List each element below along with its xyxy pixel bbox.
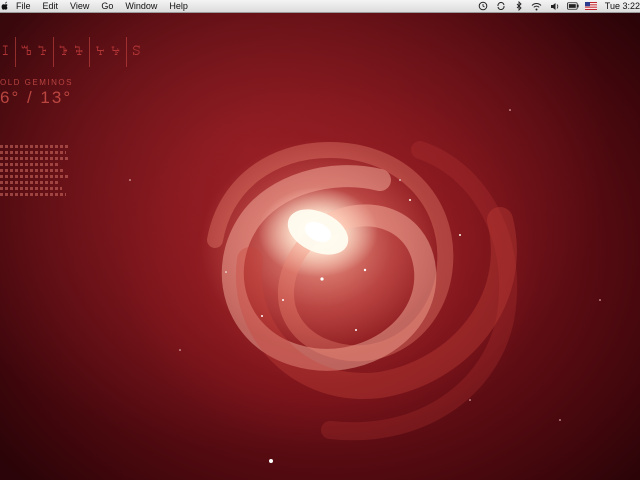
menu-help[interactable]: Help: [163, 0, 194, 13]
menu-go[interactable]: Go: [95, 0, 119, 13]
widget-forecast-text: [0, 145, 72, 199]
wifi-icon[interactable]: [531, 1, 543, 12]
menu-bar-left: File Edit View Go Window Help: [0, 0, 194, 13]
menu-window[interactable]: Window: [119, 0, 163, 13]
us-flag-icon[interactable]: [584, 1, 597, 12]
widget-glyph: ꕰ ꕱ: [14, 37, 53, 67]
widget-glyph: ꕯ: [2, 44, 10, 59]
menu-bar-clock[interactable]: Tue 3:22: [600, 0, 640, 13]
volume-icon[interactable]: [549, 1, 561, 12]
menu-file[interactable]: File: [10, 0, 37, 13]
desktop: File Edit View Go Window Help Tue 3:22 ꕯ…: [0, 0, 640, 480]
time-machine-icon[interactable]: [477, 1, 489, 12]
widget-glyph-row: ꕯ ꕰ ꕱ ꕲ ꕳ ꕴ ꕵ ꕶ: [0, 36, 146, 68]
menu-bar: File Edit View Go Window Help Tue 3:22: [0, 0, 640, 13]
widget-glyph: ꕴ ꕵ: [89, 37, 126, 67]
battery-icon[interactable]: [566, 1, 579, 12]
widget-temperature: 6° / 13°: [0, 88, 73, 107]
widget-glyph: ꕲ ꕳ: [52, 37, 89, 67]
widget-location: OLD GEMINOS: [0, 78, 73, 87]
sync-icon[interactable]: [495, 1, 507, 12]
menu-bar-status-area: Tue 3:22: [474, 0, 640, 13]
widget-glyph: ꕶ: [126, 37, 146, 67]
galaxy-illustration: [129, 109, 601, 463]
apple-icon[interactable]: [0, 1, 10, 12]
menu-edit[interactable]: Edit: [37, 0, 65, 13]
menu-view[interactable]: View: [64, 0, 95, 13]
bluetooth-icon[interactable]: [513, 1, 525, 12]
galaxy-wallpaper: [0, 0, 640, 480]
